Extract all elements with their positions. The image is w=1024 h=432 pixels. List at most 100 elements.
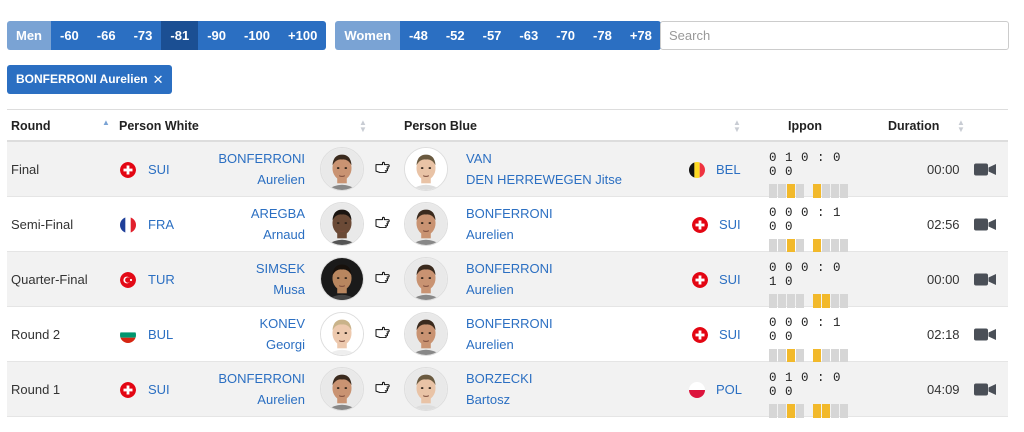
header-person-white[interactable]: Person White xyxy=(119,110,199,142)
blue-first-name[interactable]: Aurelien xyxy=(466,279,666,300)
table-row[interactable]: Semi-Final FRA AREGBA Arnaud BONFERRONI … xyxy=(7,197,1008,253)
avatar[interactable] xyxy=(320,257,364,301)
active-filter-label: BONFERRONI Aurelien xyxy=(16,72,148,86)
table-row[interactable]: Quarter-Final TUR SIMSEK Musa BONFERRONI… xyxy=(7,252,1008,308)
white-name[interactable]: BONFERRONI Aurelien xyxy=(187,368,305,410)
white-first-name[interactable]: Aurelien xyxy=(187,169,305,190)
women-weight-option[interactable]: -78 xyxy=(584,21,621,50)
men-filter-label[interactable]: Men xyxy=(7,21,51,50)
blue-country-link[interactable]: POL xyxy=(716,362,742,417)
men-weight-option-active[interactable]: -81 xyxy=(161,21,199,50)
white-name[interactable]: AREGBA Arnaud xyxy=(187,203,305,245)
blue-name[interactable]: BORZECKI Bartosz xyxy=(466,368,666,410)
women-weight-option[interactable]: -63 xyxy=(510,21,548,50)
ippon-score: 0 0 0 : 1 0 0 xyxy=(769,206,849,253)
blue-last-name[interactable]: BONFERRONI xyxy=(466,258,666,279)
men-weight-option[interactable]: -60 xyxy=(51,21,88,50)
men-weight-option[interactable]: +100 xyxy=(279,21,327,50)
penalty-bar xyxy=(831,404,839,418)
blue-name[interactable]: BONFERRONI Aurelien xyxy=(466,313,666,355)
white-first-name[interactable]: Aurelien xyxy=(187,389,305,410)
white-last-name[interactable]: KONEV xyxy=(187,313,305,334)
blue-name[interactable]: BONFERRONI Aurelien xyxy=(466,203,666,245)
sort-arrows-icon[interactable]: ▲ ▼ xyxy=(957,119,965,134)
video-camera-icon[interactable] xyxy=(974,328,996,341)
avatar[interactable] xyxy=(404,147,448,191)
table-row[interactable]: Round 1 SUI BONFERRONI Aurelien BORZECKI… xyxy=(7,362,1008,418)
sort-arrows-icon[interactable]: ▲ ▼ xyxy=(359,119,367,134)
white-first-name[interactable]: Musa xyxy=(187,279,305,300)
white-first-name[interactable]: Georgi xyxy=(187,334,305,355)
men-weight-option[interactable]: -66 xyxy=(87,21,125,50)
table-row[interactable]: Round 2 BUL KONEV Georgi BONFERRONI Aure… xyxy=(7,307,1008,363)
video-camera-icon[interactable] xyxy=(974,163,996,176)
header-duration[interactable]: Duration xyxy=(888,110,939,142)
avatar[interactable] xyxy=(320,367,364,411)
blue-last-name[interactable]: BONFERRONI xyxy=(466,313,666,334)
blue-last-name[interactable]: BONFERRONI xyxy=(466,203,666,224)
blue-first-name[interactable]: Aurelien xyxy=(466,334,666,355)
white-name[interactable]: KONEV Georgi xyxy=(187,313,305,355)
white-country-link[interactable]: SUI xyxy=(148,362,170,417)
avatar[interactable] xyxy=(404,312,448,356)
penalty-bar xyxy=(840,294,848,308)
white-name[interactable]: SIMSEK Musa xyxy=(187,258,305,300)
blue-name[interactable]: VAN DEN HERREWEGEN Jitse xyxy=(466,148,666,190)
blue-country-link[interactable]: SUI xyxy=(719,307,741,362)
table-row[interactable]: Final SUI BONFERRONI Aurelien VAN DEN HE… xyxy=(7,142,1008,198)
white-last-name[interactable]: AREGBA xyxy=(187,203,305,224)
header-round[interactable]: Round xyxy=(11,110,51,142)
duration: 02:56 xyxy=(927,217,960,232)
header-ippon[interactable]: Ippon xyxy=(788,110,822,142)
avatar[interactable] xyxy=(320,147,364,191)
blue-country-link[interactable]: SUI xyxy=(719,252,741,307)
round-label: Semi-Final xyxy=(11,217,74,232)
blue-country-link[interactable]: BEL xyxy=(716,142,741,197)
women-weight-option[interactable]: -52 xyxy=(436,21,474,50)
sort-arrows-icon[interactable]: ▲ ▼ xyxy=(733,119,741,134)
avatar[interactable] xyxy=(404,257,448,301)
men-weight-option[interactable]: -90 xyxy=(198,21,235,50)
penalty-bar xyxy=(840,404,848,418)
penalty-bar xyxy=(769,294,777,308)
avatar[interactable] xyxy=(320,202,364,246)
blue-last-name[interactable]: VAN xyxy=(466,148,666,169)
video-camera-icon[interactable] xyxy=(974,383,996,396)
women-weight-option[interactable]: -57 xyxy=(473,21,511,50)
women-weight-option[interactable]: -70 xyxy=(547,21,585,50)
men-filter-group: Men -60 -66 -73 -81 -90 -100 +100 xyxy=(7,21,327,50)
white-country-link[interactable]: TUR xyxy=(148,252,175,307)
blue-first-name[interactable]: Bartosz xyxy=(466,389,666,410)
close-icon[interactable]: ✕ xyxy=(153,65,164,94)
white-first-name[interactable]: Arnaud xyxy=(187,224,305,245)
blue-name[interactable]: BONFERRONI Aurelien xyxy=(466,258,666,300)
women-filter-label[interactable]: Women xyxy=(335,21,401,50)
blue-first-name[interactable]: DEN HERREWEGEN Jitse xyxy=(466,169,666,190)
men-weight-option[interactable]: -73 xyxy=(124,21,162,50)
avatar[interactable] xyxy=(320,312,364,356)
avatar[interactable] xyxy=(404,202,448,246)
white-last-name[interactable]: SIMSEK xyxy=(187,258,305,279)
search-input[interactable] xyxy=(660,21,1009,50)
white-name[interactable]: BONFERRONI Aurelien xyxy=(187,148,305,190)
header-person-blue[interactable]: Person Blue xyxy=(404,110,477,142)
penalty-bar xyxy=(831,184,839,198)
blue-first-name[interactable]: Aurelien xyxy=(466,224,666,245)
sort-asc-icon[interactable]: ▲ xyxy=(102,119,110,127)
white-last-name[interactable]: BONFERRONI xyxy=(187,148,305,169)
white-country-link[interactable]: SUI xyxy=(148,142,170,197)
women-weight-option[interactable]: +78 xyxy=(620,21,661,50)
men-weight-option[interactable]: -100 xyxy=(234,21,280,50)
blue-country-link[interactable]: SUI xyxy=(719,197,741,252)
active-filter-tag[interactable]: BONFERRONI Aurelien ✕ xyxy=(7,65,173,94)
duration: 04:09 xyxy=(927,382,960,397)
duration: 02:18 xyxy=(927,327,960,342)
white-country-link[interactable]: FRA xyxy=(148,197,174,252)
video-camera-icon[interactable] xyxy=(974,273,996,286)
video-camera-icon[interactable] xyxy=(974,218,996,231)
white-country-link[interactable]: BUL xyxy=(148,307,173,362)
women-weight-option[interactable]: -48 xyxy=(400,21,437,50)
blue-last-name[interactable]: BORZECKI xyxy=(466,368,666,389)
white-last-name[interactable]: BONFERRONI xyxy=(187,368,305,389)
avatar[interactable] xyxy=(404,367,448,411)
